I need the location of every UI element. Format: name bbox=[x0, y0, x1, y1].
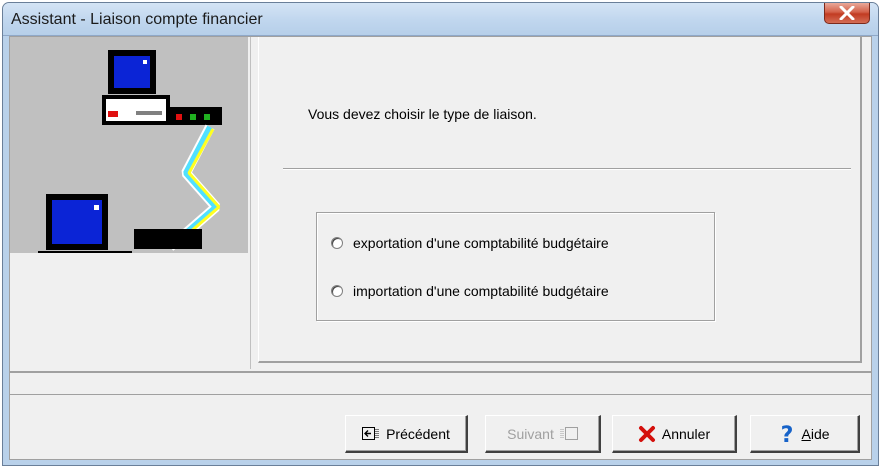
help-button[interactable]: ? Aide bbox=[750, 415, 860, 453]
next-label: Suivant bbox=[507, 425, 554, 442]
dialog-window: Assistant - Liaison compte financier Vou… bbox=[2, 2, 879, 466]
radio-option-import[interactable]: importation d'une comptabilité budgétair… bbox=[331, 283, 609, 299]
radio-label-import[interactable]: importation d'une comptabilité budgétair… bbox=[353, 283, 609, 299]
title-bar[interactable]: Assistant - Liaison compte financier bbox=[3, 3, 878, 36]
separator-line bbox=[283, 168, 851, 170]
instruction-text: Vous devez choisir le type de liaison. bbox=[308, 106, 537, 122]
radio-option-export[interactable]: exportation d'une comptabilité budgétair… bbox=[331, 235, 609, 251]
close-icon bbox=[839, 6, 855, 20]
close-button[interactable] bbox=[824, 3, 870, 24]
next-icon bbox=[560, 426, 578, 440]
wizard-side-panel bbox=[10, 37, 251, 369]
red-x-icon bbox=[638, 425, 655, 442]
question-mark-icon: ? bbox=[781, 423, 794, 445]
svg-text:?: ? bbox=[781, 423, 794, 445]
status-strip bbox=[10, 371, 871, 395]
radio-label-export[interactable]: exportation d'une comptabilité budgétair… bbox=[353, 235, 609, 251]
radio-button-import[interactable] bbox=[331, 285, 343, 297]
radio-button-export[interactable] bbox=[331, 237, 343, 249]
wizard-content-panel: Vous devez choisir le type de liaison. e… bbox=[251, 37, 871, 369]
previous-button[interactable]: Précédent bbox=[345, 415, 468, 453]
network-computers-icon bbox=[38, 50, 222, 253]
window-title: Assistant - Liaison compte financier bbox=[11, 11, 263, 28]
previous-label: Précédent bbox=[386, 425, 450, 442]
help-label-accelerator: A bbox=[801, 425, 811, 442]
previous-icon bbox=[362, 426, 379, 440]
cancel-label: Annuler bbox=[661, 425, 711, 442]
link-type-group: exportation d'une comptabilité budgétair… bbox=[316, 212, 715, 321]
wizard-body: Vous devez choisir le type de liaison. e… bbox=[10, 37, 871, 369]
dialog-client-area: Vous devez choisir le type de liaison. e… bbox=[9, 36, 872, 460]
wizard-content-frame: Vous devez choisir le type de liaison. e… bbox=[258, 37, 862, 363]
network-illustration bbox=[10, 37, 248, 253]
help-label-rest: ide bbox=[810, 425, 830, 442]
cancel-button[interactable]: Annuler bbox=[612, 415, 737, 453]
help-label: Aide bbox=[801, 426, 829, 442]
next-button[interactable]: Suivant bbox=[485, 415, 601, 453]
